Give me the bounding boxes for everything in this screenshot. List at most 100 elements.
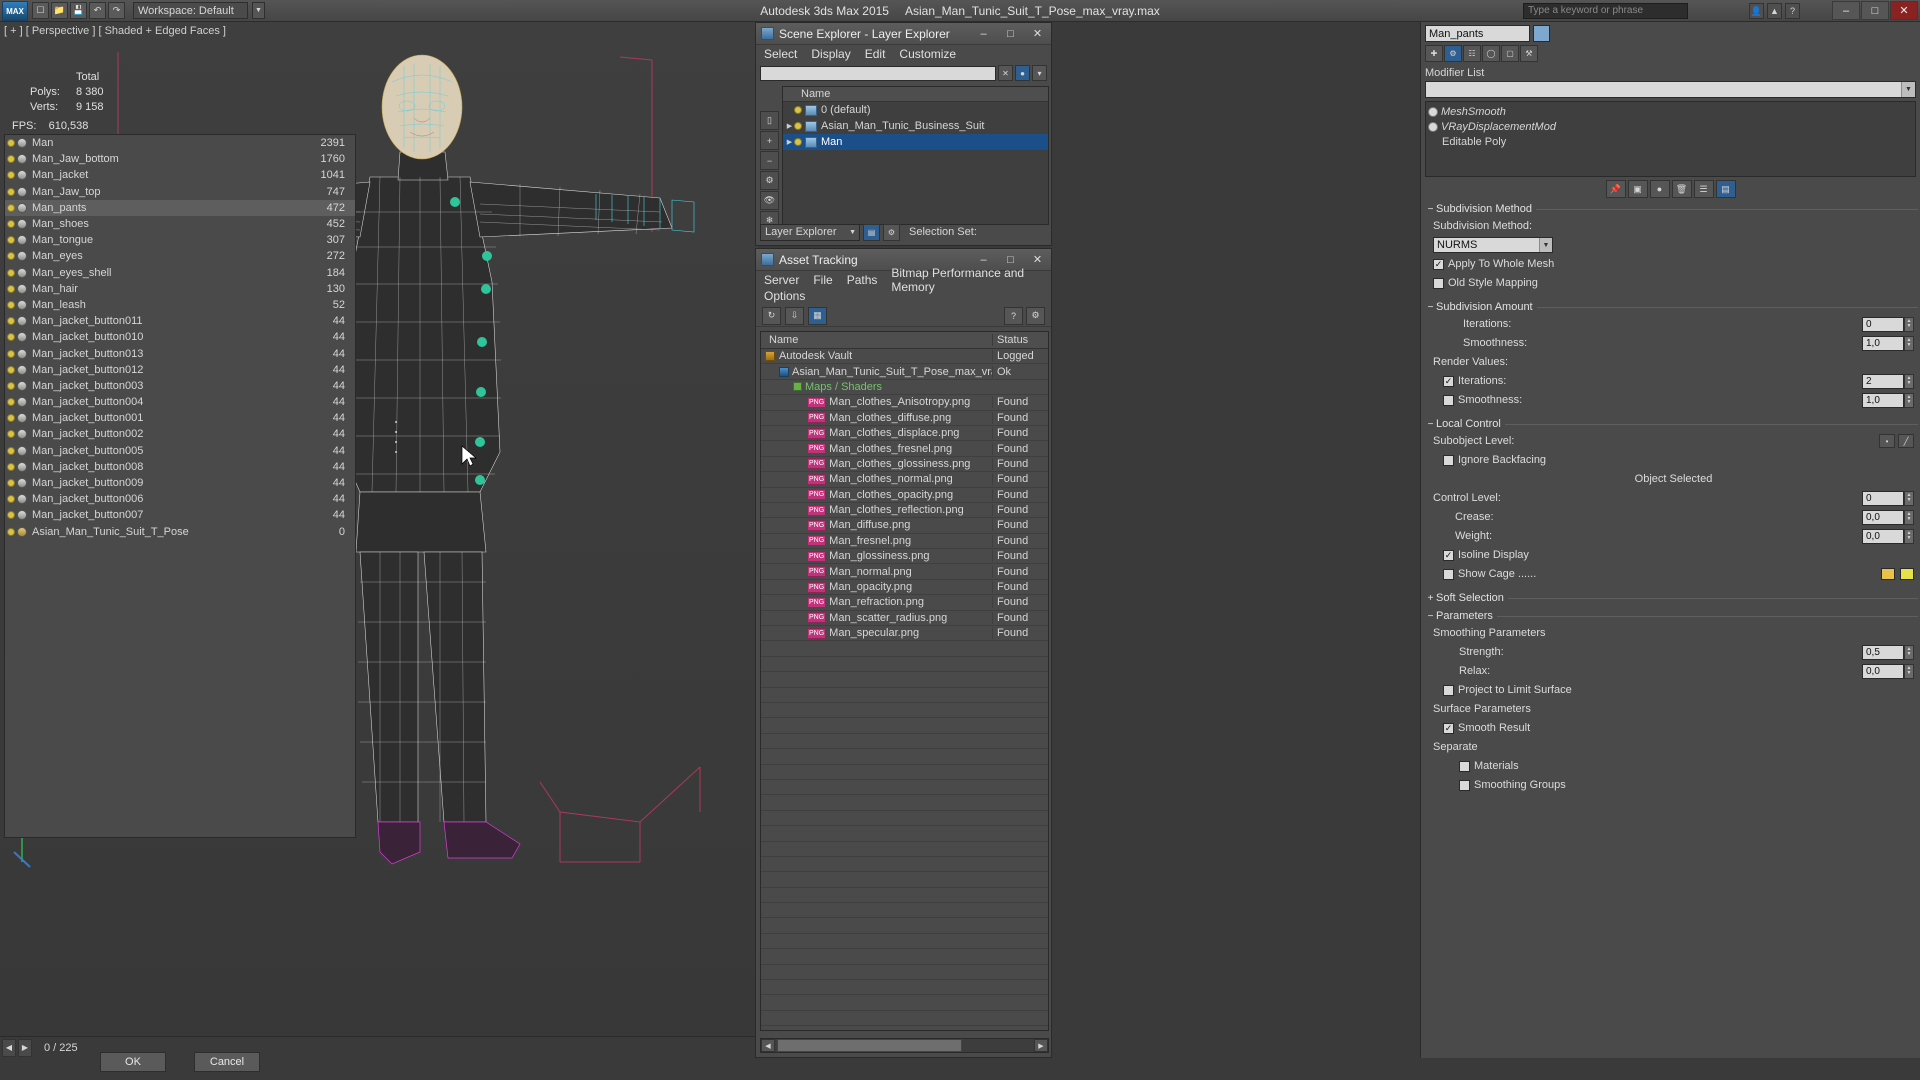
explorer-mode-combo[interactable]: Layer Explorer ▼ (760, 223, 860, 241)
chevron-down-icon[interactable]: ▼ (1539, 238, 1552, 252)
scene-object-row[interactable]: Man 2391 (5, 135, 355, 151)
collapse-icon[interactable]: − (1425, 204, 1436, 215)
smooth-result-checkbox[interactable]: ✓ (1443, 722, 1454, 734)
utilities-tab-icon[interactable]: ⚒ (1520, 45, 1538, 62)
layer-add-icon[interactable]: + (760, 131, 779, 150)
expand-icon[interactable]: + (1425, 593, 1436, 604)
expand-icon[interactable]: ▶ (785, 138, 794, 146)
modifier-stack[interactable]: MeshSmooth VRayDisplacementMod Editable … (1425, 101, 1916, 177)
ok-button[interactable]: OK (100, 1052, 166, 1072)
command-panel[interactable]: ✚ ⚙ ☷ ◯ ▢ ⚒ Modifier List ▼ MeshSmooth V… (1420, 22, 1920, 1058)
menu-display[interactable]: Display (811, 47, 850, 61)
asset-row[interactable]: PNG Man_glossiness.png Found (761, 549, 1048, 565)
asset-row[interactable]: Autodesk Vault Logged (761, 349, 1048, 365)
modifier-stack-item[interactable]: MeshSmooth (1426, 104, 1915, 119)
relax-value[interactable]: 0,0 (1862, 663, 1904, 679)
crease-spinner[interactable]: ▲ ▼ (1904, 509, 1914, 525)
scene-object-row[interactable]: Man_jacket_button008 44 (5, 459, 355, 475)
menu-select[interactable]: Select (764, 47, 797, 61)
separate-smoothing-groups-checkbox[interactable] (1459, 779, 1470, 791)
collapse-icon[interactable]: − (1425, 419, 1436, 430)
layer-row[interactable]: 0 (default) (783, 102, 1048, 118)
scene-object-row[interactable]: Man_jacket_button011 44 (5, 313, 355, 329)
iterations-spinner[interactable]: ▲ ▼ (1904, 316, 1914, 332)
show-cage-checkbox[interactable] (1443, 568, 1454, 580)
cage-color-swatch-2[interactable] (1900, 568, 1914, 580)
visibility-indicator-icon[interactable] (7, 155, 15, 164)
cage-color-swatch-1[interactable] (1881, 568, 1895, 580)
scene-explorer-search-input[interactable] (760, 65, 996, 81)
viewport-label[interactable]: [ + ] [ Perspective ] [ Shaded + Edged F… (4, 25, 226, 37)
scrollbar-thumb[interactable] (777, 1039, 962, 1052)
layer-indicator-icon[interactable] (794, 106, 802, 114)
layer-properties-icon[interactable]: ⚙ (760, 171, 779, 190)
scene-object-row[interactable]: Man_shoes 452 (5, 216, 355, 232)
render-iterations-value[interactable]: 2 (1862, 373, 1904, 389)
modifier-stack-item[interactable]: Editable Poly (1426, 134, 1915, 149)
render-smoothness-spinner[interactable]: ▲ ▼ (1904, 392, 1914, 408)
scroll-left-icon[interactable]: ◀ (761, 1039, 775, 1052)
modify-tab-icon[interactable]: ⚙ (1444, 45, 1462, 62)
layer-indicator-icon[interactable] (794, 138, 802, 146)
visibility-indicator-icon[interactable] (7, 139, 15, 148)
scene-object-row[interactable]: Man_leash 52 (5, 297, 355, 313)
scene-object-row[interactable]: Man_jacket_button010 44 (5, 329, 355, 345)
redo-icon[interactable]: ↷ (108, 2, 125, 19)
asset-row[interactable]: PNG Man_clothes_normal.png Found (761, 472, 1048, 488)
scene-object-row[interactable]: Man_Jaw_top 747 (5, 184, 355, 200)
layer-indicator-icon[interactable] (794, 122, 802, 130)
visibility-indicator-icon[interactable] (7, 365, 15, 374)
chevron-down-icon[interactable]: ▼ (849, 229, 859, 236)
subdivision-method-combo[interactable]: NURMS ▼ (1433, 237, 1553, 253)
display-tab-icon[interactable]: ▢ (1501, 45, 1519, 62)
collapse-icon[interactable]: − (1425, 611, 1436, 622)
render-iterations-spinner[interactable]: ▲ ▼ (1904, 373, 1914, 389)
control-level-spinner[interactable]: ▲ ▼ (1904, 490, 1914, 506)
rollout-header[interactable]: + Soft Selection (1425, 591, 1918, 605)
workspace-selector[interactable]: Workspace: Default (133, 2, 248, 19)
weight-value[interactable]: 0,0 (1862, 528, 1904, 544)
rollout-header[interactable]: − Parameters (1425, 609, 1918, 623)
show-end-result-icon[interactable]: ▣ (1627, 180, 1648, 198)
configure-sets-icon[interactable]: ☰ (1693, 180, 1714, 198)
maximize-button[interactable]: □ (1861, 1, 1889, 20)
new-file-icon[interactable]: ☐ (32, 2, 49, 19)
visibility-indicator-icon[interactable] (7, 300, 15, 309)
scene-object-row[interactable]: Man_jacket_button006 44 (5, 491, 355, 507)
asset-row[interactable]: PNG Man_clothes_Anisotropy.png Found (761, 395, 1048, 411)
show-in-viewport-icon[interactable]: ▤ (1715, 180, 1736, 198)
relax-spinner[interactable]: ▲ ▼ (1904, 663, 1914, 679)
weight-spinner[interactable]: ▲ ▼ (1904, 528, 1914, 544)
scene-object-row[interactable]: Man_tongue 307 (5, 232, 355, 248)
menu-customize[interactable]: Customize (899, 47, 956, 61)
undo-icon[interactable]: ↶ (89, 2, 106, 19)
refresh-icon[interactable]: ↻ (762, 306, 781, 325)
check-in-icon[interactable]: ⇩ (785, 306, 804, 325)
scene-object-row[interactable]: Man_jacket_button002 44 (5, 426, 355, 442)
remove-modifier-icon[interactable]: 🗑 (1671, 180, 1692, 198)
rollout-header[interactable]: − Subdivision Method (1425, 202, 1918, 216)
visibility-indicator-icon[interactable] (7, 479, 15, 488)
asset-row[interactable]: PNG Man_refraction.png Found (761, 595, 1048, 611)
ignore-backfacing-checkbox[interactable] (1443, 454, 1454, 466)
close-button[interactable]: ✕ (1890, 1, 1918, 20)
layer-new-icon[interactable]: ▯ (760, 111, 779, 130)
asset-row[interactable]: Maps / Shaders (761, 380, 1048, 396)
visibility-indicator-icon[interactable] (7, 527, 15, 536)
project-limit-surface-checkbox[interactable] (1443, 684, 1454, 696)
visibility-indicator-icon[interactable] (7, 349, 15, 358)
asset-row[interactable]: PNG Man_specular.png Found (761, 626, 1048, 642)
visibility-indicator-icon[interactable] (7, 284, 15, 293)
layer-row[interactable]: ▶ Asian_Man_Tunic_Business_Suit (783, 118, 1048, 134)
smoothness-spinner[interactable]: ▲ ▼ (1904, 335, 1914, 351)
menu-paths[interactable]: Paths (847, 273, 878, 287)
scene-object-row[interactable]: Man_jacket 1041 (5, 167, 355, 183)
render-iterations-checkbox[interactable]: ✓ (1443, 375, 1454, 387)
iterations-value[interactable]: 0 (1862, 316, 1904, 332)
collapse-icon[interactable]: − (1425, 302, 1436, 313)
scene-object-row[interactable]: Asian_Man_Tunic_Suit_T_Pose 0 (5, 524, 355, 540)
visibility-indicator-icon[interactable] (7, 430, 15, 439)
filter-icon[interactable]: ▾ (1032, 65, 1047, 81)
scene-object-row[interactable]: Man_jacket_button005 44 (5, 443, 355, 459)
pin-stack-icon[interactable]: 📌 (1605, 180, 1626, 198)
